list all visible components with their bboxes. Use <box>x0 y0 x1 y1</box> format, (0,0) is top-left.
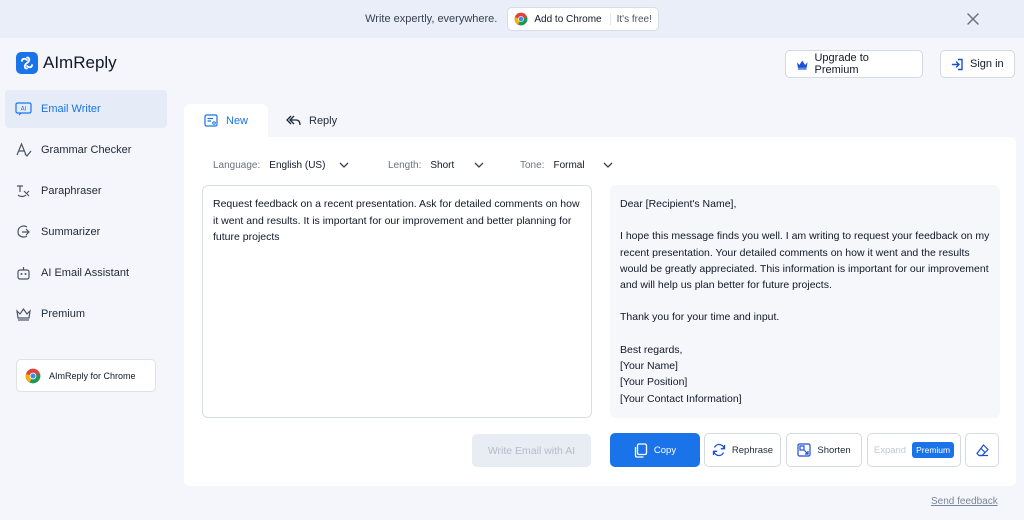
output-greeting: Dear [Recipient's Name], <box>620 198 737 210</box>
send-feedback-link[interactable]: Send feedback <box>931 496 998 507</box>
expand-label: Expand <box>873 444 907 456</box>
app-header: AImReply Upgrade to Premium Sign in <box>0 38 1024 90</box>
ai-icon: AI <box>15 102 32 116</box>
sidebar-item-premium[interactable]: Premium <box>5 295 167 333</box>
svg-text:AI: AI <box>21 106 27 113</box>
sidebar-item-summarizer[interactable]: Summarizer <box>5 213 167 251</box>
tone-select[interactable]: Tone: Formal <box>520 158 613 172</box>
copy-label: Copy <box>653 444 677 456</box>
sidebar-item-label: Summarizer <box>41 226 101 238</box>
assistant-icon <box>17 267 30 280</box>
chrome-icon <box>514 12 528 26</box>
prompt-text: Request feedback on a recent presentatio… <box>213 198 580 243</box>
grammar-icon <box>16 142 32 157</box>
sidebar-item-label: AI Email Assistant <box>41 267 130 279</box>
sidebar-item-paraphraser[interactable]: Paraphraser <box>5 172 167 210</box>
reply-icon <box>286 115 301 126</box>
length-value: Short <box>430 159 455 171</box>
language-value: English (US) <box>269 159 326 171</box>
length-label: Length: <box>388 159 422 171</box>
promo-banner: Write expertly, everywhere. Add to Chrom… <box>0 0 1024 38</box>
tab-reply[interactable]: Reply <box>270 104 360 137</box>
tab-reply-label: Reply <box>309 114 338 127</box>
write-email-button[interactable]: Write Email with AI <box>472 434 591 467</box>
brand-name: AImReply <box>43 53 117 72</box>
expand-button[interactable]: Expand Premium <box>867 433 961 467</box>
copy-button[interactable]: Copy <box>610 433 700 467</box>
chrome-icon <box>25 368 41 383</box>
sidebar-item-email-writer[interactable]: AI Email Writer <box>5 90 167 128</box>
sidebar-item-grammar-checker[interactable]: Grammar Checker <box>5 131 167 169</box>
output-signoff: Best regards, [Your Name] [Your Position… <box>620 343 742 405</box>
eraser-icon <box>975 443 989 456</box>
sidebar-item-label: Paraphraser <box>41 185 102 197</box>
rephrase-button[interactable]: Rephrase <box>704 433 781 467</box>
upgrade-label: Upgrade to Premium <box>814 52 869 76</box>
compose-icon <box>204 114 218 127</box>
sidebar-item-label: Grammar Checker <box>41 144 132 156</box>
language-label: Language: <box>213 159 261 171</box>
paraphrase-icon <box>17 185 30 198</box>
tab-new[interactable]: New <box>184 104 268 137</box>
generated-email-output: Dear [Recipient's Name], I hope this mes… <box>610 185 1000 418</box>
logo-icon <box>16 52 38 74</box>
crown-icon <box>16 307 31 321</box>
shorten-button[interactable]: Shorten <box>786 433 862 467</box>
add-to-chrome-label: Add to Chrome <box>534 13 611 25</box>
sign-in-button[interactable]: Sign in <box>940 50 1015 78</box>
sidebar-item-ai-email-assistant[interactable]: AI Email Assistant <box>5 254 167 292</box>
chrome-extension-card[interactable]: AImReply for Chrome <box>16 359 156 392</box>
sign-in-label: Sign in <box>970 58 1004 70</box>
sidebar: AI Email Writer Grammar Checker Paraphra… <box>0 90 167 520</box>
add-to-chrome-button[interactable]: Add to Chrome It's free! <box>507 7 659 31</box>
shorten-icon <box>797 443 811 457</box>
brand-logo[interactable]: AImReply <box>16 52 117 74</box>
tone-value: Formal <box>553 159 585 171</box>
summarize-icon <box>17 225 30 238</box>
sidebar-item-label: Premium <box>41 308 86 320</box>
sign-in-icon <box>951 58 963 70</box>
free-label: It's free! <box>616 13 652 25</box>
tab-new-label: New <box>226 114 249 127</box>
sidebar-item-label: Email Writer <box>41 103 101 115</box>
crown-icon <box>796 60 808 70</box>
chevron-down-icon <box>474 162 484 168</box>
output-body: I hope this message finds you well. I am… <box>620 230 990 292</box>
refresh-icon <box>712 443 726 457</box>
chevron-down-icon <box>339 162 349 168</box>
upgrade-button[interactable]: Upgrade to Premium <box>785 50 923 78</box>
output-thanks: Thank you for your time and input. <box>620 311 780 324</box>
copy-icon <box>634 442 648 458</box>
chevron-down-icon <box>603 162 613 168</box>
close-icon[interactable] <box>964 10 982 28</box>
language-select[interactable]: Language: English (US) <box>213 158 349 172</box>
tone-label: Tone: <box>520 159 545 171</box>
premium-badge: Premium <box>912 442 955 458</box>
clear-button[interactable] <box>965 433 999 467</box>
prompt-input[interactable]: Request feedback on a recent presentatio… <box>202 185 592 418</box>
shorten-label: Shorten <box>817 444 851 456</box>
rephrase-label: Rephrase <box>731 444 774 456</box>
banner-text: Write expertly, everywhere. <box>365 13 498 25</box>
chrome-card-label: AImReply for Chrome <box>49 370 136 381</box>
length-select[interactable]: Length: Short <box>388 158 484 172</box>
